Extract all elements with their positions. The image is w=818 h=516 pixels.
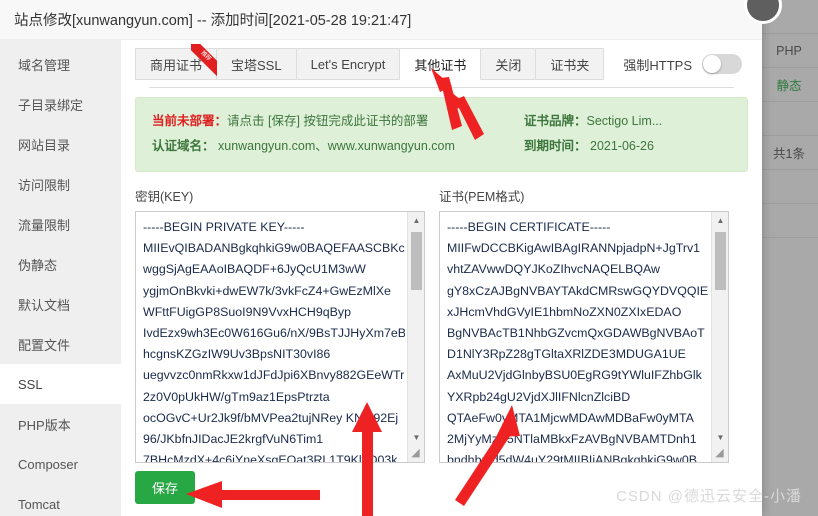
bg-row [760,204,818,238]
tab-label: Let's Encrypt [310,56,386,72]
deploy-status-label: 当前未部署： [152,114,228,128]
sidebar-item-label: PHP版本 [18,417,71,433]
scroll-down-icon[interactable]: ▼ [712,429,728,446]
brand-line: 证书品牌：Sectigo Lim... [524,109,662,134]
tab-label: 证书夹 [550,57,590,73]
sidebar-item-label: Tomcat [18,496,60,512]
tabs-underline [149,87,734,88]
bg-row [760,102,818,136]
info-col-left: 当前未部署：请点击 [保存] 按钮完成此证书的部署 认证域名： xunwangy… [152,109,524,159]
watermark: CSDN @德迅云安全-小潘 [616,488,802,505]
resize-handle-icon[interactable]: ◢ [408,446,423,461]
background-table: PHP 静态 共1条 [760,0,818,238]
scroll-down-icon[interactable]: ▼ [408,429,424,446]
cert-field-group: 证书(PEM格式) -----BEGIN CERTIFICATE----- MI… [439,186,729,463]
tab-lets-encrypt[interactable]: Let's Encrypt [296,48,401,80]
sidebar-item-site-directory[interactable]: 网站目录 [0,124,121,164]
tab-certificate-folder[interactable]: 证书夹 [536,48,605,80]
info-col-right: 证书品牌：Sectigo Lim... 到期时间： 2021-06-26 [524,109,662,159]
tab-close[interactable]: 关闭 [481,48,537,80]
sidebar-item-subdirectory-binding[interactable]: 子目录绑定 [0,84,121,124]
auth-domain-label: 认证域名： [152,139,215,153]
save-button[interactable]: 保存 [135,471,196,504]
screen-root: PHP 静态 共1条 站点修改[xunwangyun.com] -- 添加时间[… [0,0,818,516]
cert-scrollbar[interactable]: ▲ ▼ [711,212,728,462]
sidebar-item-label: 子目录绑定 [18,97,84,113]
bg-row: PHP [760,34,818,68]
auth-domain-value: xunwangyun.com、www.xunwangyun.com [218,139,455,153]
tabs-row: 商用证书 推荐 宝塔SSL Let's Encrypt 其他证书 关闭 证书夹 … [135,40,748,88]
dialog-header: 站点修改[xunwangyun.com] -- 添加时间[2021-05-28 … [0,0,762,40]
resize-handle-icon[interactable]: ◢ [712,446,727,461]
bg-row: 静态 [760,68,818,102]
sidebar-item-label: 域名管理 [18,57,71,73]
sidebar-item-label: 访问限制 [18,177,71,193]
scrollbar-thumb[interactable] [715,232,726,290]
expire-value: 2021-06-26 [590,139,654,153]
tab-commercial-certificate[interactable]: 商用证书 推荐 [135,44,226,80]
sidebar-item-ssl[interactable]: SSL [0,364,121,404]
sidebar-item-label: 流量限制 [18,217,71,233]
tab-other-certificate[interactable]: 其他证书 [400,48,482,80]
bg-row [760,170,818,204]
sidebar-item-label: 默认文档 [18,297,71,313]
force-https-control: 强制HTTPS [623,54,748,74]
tab-label: 宝塔SSL [231,57,282,73]
sidebar-item-config-file[interactable]: 配置文件 [0,324,121,364]
tab-label: 商用证书 [150,57,203,73]
sidebar-item-composer[interactable]: Composer [0,444,121,484]
deploy-status-line: 当前未部署：请点击 [保存] 按钮完成此证书的部署 [152,109,524,134]
certificate-pem-text: -----BEGIN CERTIFICATE----- MIIFwDCCBKig… [447,220,709,463]
cert-field-label: 证书(PEM格式) [439,190,525,204]
brand-value: Sectigo Lim... [586,114,663,128]
toggle-knob [703,55,721,73]
force-https-toggle[interactable] [702,54,742,74]
site-edit-dialog: 站点修改[xunwangyun.com] -- 添加时间[2021-05-28 … [0,0,782,516]
scroll-up-icon[interactable]: ▲ [712,212,728,229]
sidebar-item-traffic-limit[interactable]: 流量限制 [0,204,121,244]
expire-line: 到期时间： 2021-06-26 [524,134,662,159]
sidebar-item-label: 伪静态 [18,257,58,273]
dialog-title: 站点修改[xunwangyun.com] -- 添加时间[2021-05-28 … [14,13,412,29]
sidebar-item-domain-management[interactable]: 域名管理 [0,44,121,84]
key-field-group: 密钥(KEY) -----BEGIN PRIVATE KEY----- MIIE… [135,186,425,463]
deploy-status-text: 请点击 [保存] 按钮完成此证书的部署 [227,114,429,128]
scroll-up-icon[interactable]: ▲ [408,212,424,229]
tab-bt-ssl[interactable]: 宝塔SSL [217,48,297,80]
auth-domain-line: 认证域名： xunwangyun.com、www.xunwangyun.com [152,134,524,159]
sidebar-item-tomcat[interactable]: Tomcat [0,484,121,516]
key-field-label: 密钥(KEY) [135,190,194,204]
tab-label: 关闭 [495,57,522,73]
sidebar-item-label: 网站目录 [18,137,71,153]
certificate-info-card: 当前未部署：请点击 [保存] 按钮完成此证书的部署 认证域名： xunwangy… [135,97,748,172]
sidebar-item-label: 配置文件 [18,337,71,353]
bg-row: 共1条 [760,136,818,170]
scrollbar-thumb[interactable] [411,232,422,290]
sidebar-item-access-restriction[interactable]: 访问限制 [0,164,121,204]
sidebar: 域名管理 子目录绑定 网站目录 访问限制 流量限制 伪静态 默认文档 配置文件 … [0,40,121,516]
sidebar-item-label: Composer [18,456,78,472]
force-https-label: 强制HTTPS [623,57,692,73]
private-key-text: -----BEGIN PRIVATE KEY----- MIIEvQIBADAN… [143,220,405,463]
ssl-panel: 商用证书 推荐 宝塔SSL Let's Encrypt 其他证书 关闭 证书夹 … [121,40,762,516]
brand-label: 证书品牌： [524,114,587,128]
sidebar-item-default-document[interactable]: 默认文档 [0,284,121,324]
sidebar-item-php-version[interactable]: PHP版本 [0,404,121,444]
sidebar-item-label: SSL [18,376,43,392]
key-scrollbar[interactable]: ▲ ▼ [407,212,424,462]
certificate-fields: 密钥(KEY) -----BEGIN PRIVATE KEY----- MIIE… [135,186,748,463]
ssl-tabs: 商用证书 推荐 宝塔SSL Let's Encrypt 其他证书 关闭 证书夹 [135,44,605,80]
private-key-textarea[interactable]: -----BEGIN PRIVATE KEY----- MIIEvQIBADAN… [135,211,425,463]
expire-label: 到期时间： [524,139,587,153]
certificate-pem-textarea[interactable]: -----BEGIN CERTIFICATE----- MIIFwDCCBKig… [439,211,729,463]
sidebar-item-rewrite[interactable]: 伪静态 [0,244,121,284]
dialog-body: 域名管理 子目录绑定 网站目录 访问限制 流量限制 伪静态 默认文档 配置文件 … [0,40,762,516]
tab-label: 其他证书 [414,57,467,73]
